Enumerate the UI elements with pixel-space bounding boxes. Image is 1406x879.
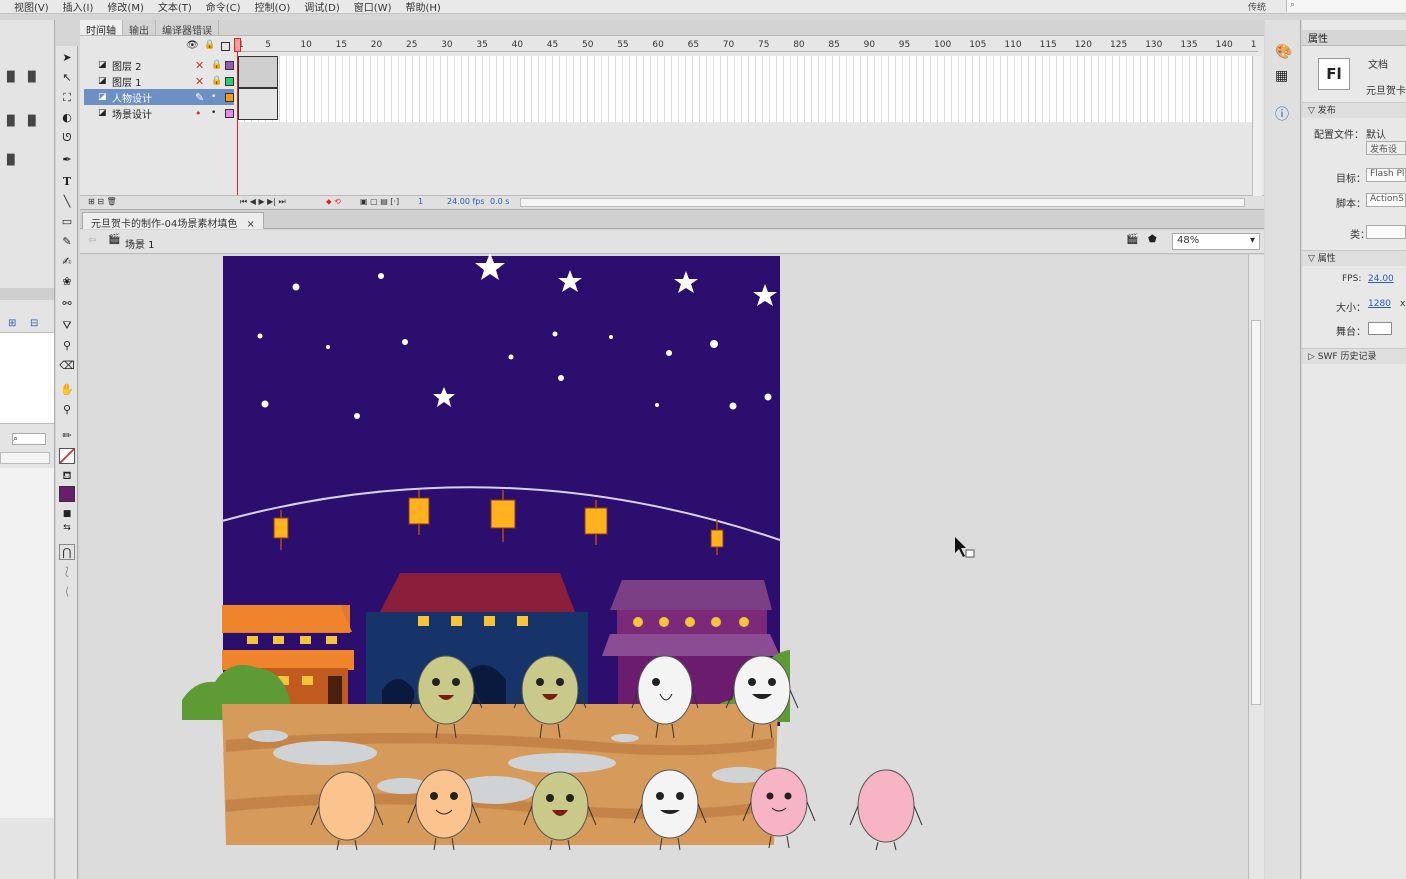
size-width-value[interactable]: 1280 — [1368, 299, 1391, 309]
fps-value[interactable]: 24.00 — [1368, 274, 1394, 284]
class-input[interactable] — [1366, 225, 1406, 239]
star-icon — [261, 400, 269, 408]
star-icon — [402, 339, 408, 345]
fps-label: FPS: — [1342, 274, 1362, 284]
stage-artwork[interactable] — [0, 0, 1406, 879]
star-icon — [764, 393, 772, 401]
stage-vscroll[interactable] — [1248, 255, 1264, 879]
star-icon — [292, 283, 300, 291]
size-separator: x — [1400, 299, 1406, 309]
character-egg — [849, 769, 923, 851]
script-label: 脚本： — [1336, 199, 1366, 210]
star-icon — [729, 402, 737, 410]
mouse-cursor-icon — [955, 537, 966, 557]
star-icon — [378, 273, 384, 279]
profile-value: 默认 — [1366, 130, 1386, 141]
panel-icons-strip: 🎨 ▦ ⓘ — [1265, 20, 1301, 879]
info-icon[interactable]: ⓘ — [1275, 104, 1289, 124]
star-icon — [666, 350, 672, 356]
swatches-icon[interactable]: ▦ — [1275, 68, 1288, 84]
profile-label: 配置文件： — [1314, 130, 1364, 141]
swf-history-title: SWF 历史记录 — [1317, 352, 1377, 362]
star-icon — [655, 403, 659, 407]
properties-tabbar: 属性 — [1302, 30, 1406, 46]
color-panel-icon[interactable]: 🎨 — [1275, 44, 1292, 60]
star-icon — [558, 375, 564, 381]
ground — [222, 704, 778, 845]
star-icon — [508, 354, 514, 360]
star-icon — [609, 335, 613, 339]
stage-label: 舞台： — [1336, 327, 1366, 338]
script-select[interactable]: ActionS — [1366, 193, 1406, 207]
stage-color-swatch[interactable] — [1368, 322, 1392, 335]
publish-section[interactable]: ▽ 发布 — [1302, 102, 1406, 118]
publish-section-title: 发布 — [1317, 106, 1336, 116]
target-label: 目标： — [1336, 174, 1366, 185]
star-icon — [257, 333, 263, 339]
properties-tab[interactable]: 属性 — [1308, 34, 1328, 45]
properties-section[interactable]: ▽ 属性 — [1302, 250, 1406, 266]
swf-history-section[interactable]: ▷ SWF 历史记录 — [1302, 348, 1406, 364]
scroll-thumb[interactable] — [1251, 320, 1261, 705]
doc-type: 文档 — [1368, 60, 1388, 71]
cursor-badge — [965, 549, 975, 558]
target-select[interactable]: Flash Pl — [1366, 168, 1406, 182]
flash-doc-icon: Fl — [1318, 58, 1350, 90]
properties-section-title: 属性 — [1317, 254, 1336, 264]
properties-panel: 属性 Fl 文档 元旦贺卡 ▽ 发布 配置文件： 默认 发布设 目标： Flas… — [1302, 20, 1406, 879]
star-icon — [710, 340, 718, 348]
star-icon — [354, 413, 360, 419]
star-icon — [552, 331, 558, 337]
doc-name: 元旦贺卡 — [1366, 86, 1406, 97]
size-label: 大小： — [1336, 303, 1366, 314]
publish-settings-button[interactable]: 发布设 — [1366, 141, 1406, 155]
flash-logo: Fl — [1326, 65, 1342, 83]
star-icon — [326, 345, 330, 349]
